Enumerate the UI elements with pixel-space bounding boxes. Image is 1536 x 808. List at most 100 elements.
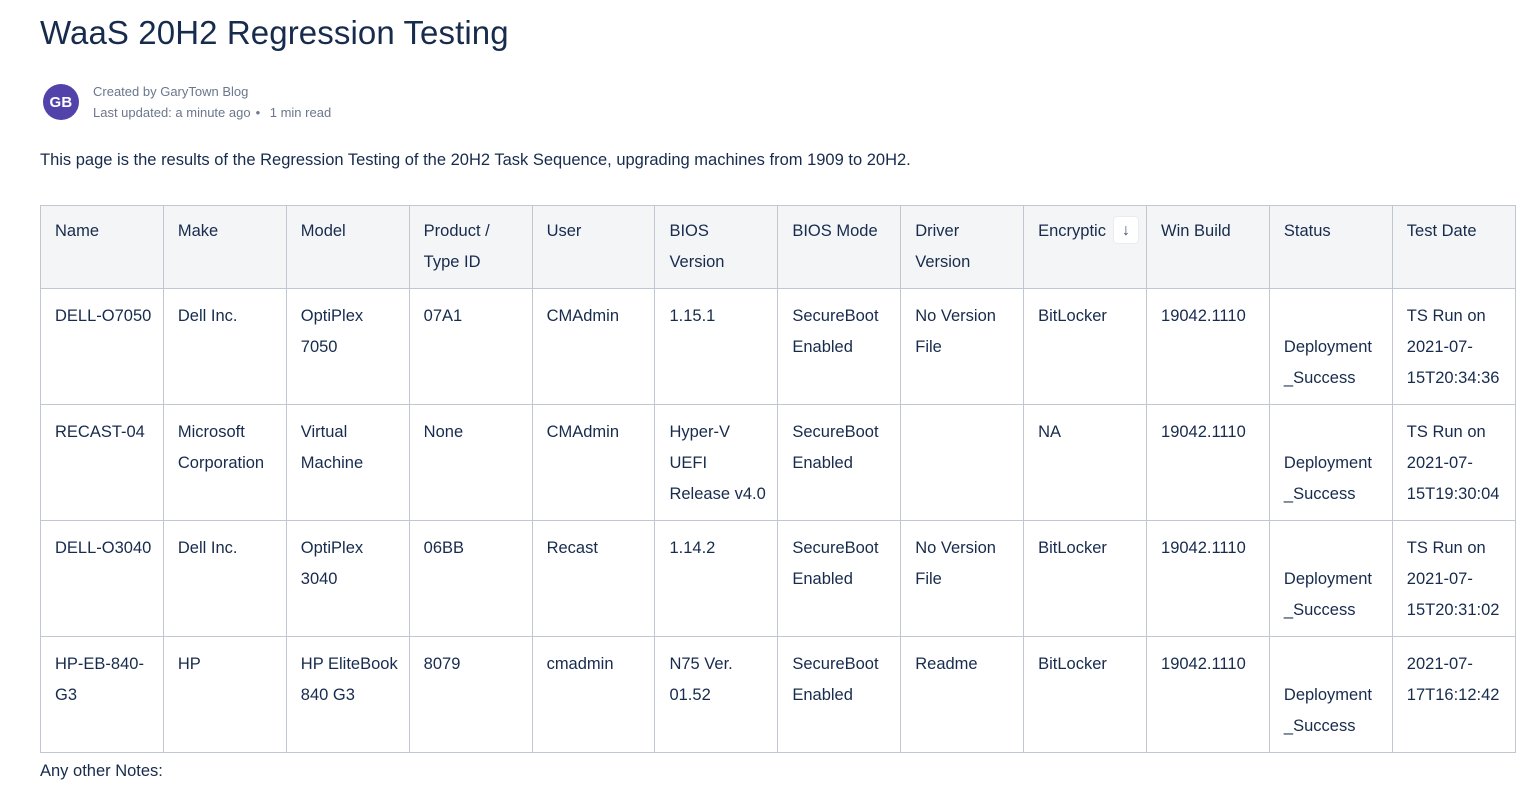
cell-text: 1.14.2: [669, 539, 716, 557]
cell-product-type-id: 07A1: [408, 288, 533, 405]
status-spacer: [1284, 417, 1382, 448]
header-bios-mode[interactable]: BIOS Mode: [777, 205, 902, 289]
cell-text: Deployment _Success: [1283, 686, 1372, 735]
cell-encryption: NA: [1023, 404, 1148, 521]
cell-text: RECAST-04: [55, 423, 145, 441]
cell-text: 2021-07-17T16:12:42: [1406, 655, 1500, 704]
cell-bios-version: N75 Ver. 01.52: [654, 636, 779, 753]
cell-text: DELL-O7050: [55, 307, 152, 325]
author-avatar[interactable]: GB: [43, 84, 79, 120]
cell-text: OptiPlex 7050: [300, 307, 364, 356]
cell-text: TS Run on 2021-07-15T20:31:02: [1406, 539, 1500, 619]
cell-text: SecureBoot Enabled: [792, 307, 879, 356]
cell-win-build: 19042.1110: [1146, 404, 1270, 521]
cell-text: NA: [1038, 423, 1062, 441]
read-time: 1 min read: [269, 105, 332, 120]
last-updated[interactable]: Last updated: a minute ago: [93, 105, 251, 120]
cell-make: HP: [162, 636, 287, 753]
cell-test-date: TS Run on 2021-07-15T19:30:04: [1391, 404, 1516, 521]
header-label: BIOS Mode: [792, 222, 878, 240]
cell-text: TS Run on 2021-07-15T19:30:04: [1406, 423, 1500, 503]
header-test-date[interactable]: Test Date: [1391, 205, 1516, 289]
cell-status: Deployment _Success: [1268, 520, 1393, 637]
header-label: User: [546, 222, 582, 240]
table-row: HP-EB-840-G3 HP HP EliteBook 840 G3 8079…: [40, 636, 1516, 753]
cell-text: Microsoft Corporation: [177, 423, 265, 472]
cell-bios-version: 1.15.1: [654, 288, 779, 405]
page-byline: GB Created by GaryTown Blog Last updated…: [43, 82, 331, 122]
byline-separator: •: [255, 105, 261, 120]
cell-product-type-id: None: [408, 404, 533, 521]
cell-make: Dell Inc.: [162, 288, 287, 405]
cell-status: Deployment _Success: [1268, 404, 1393, 521]
cell-product-type-id: 06BB: [408, 520, 533, 637]
header-model[interactable]: Model: [285, 205, 410, 289]
cell-make: Microsoft Corporation: [162, 404, 287, 521]
results-table: Name Make Model Product / Type ID User B…: [40, 205, 1516, 753]
header-label: Win Build: [1161, 222, 1231, 240]
header-label: BIOS Version: [669, 222, 725, 271]
table-header-row: Name Make Model Product / Type ID User B…: [40, 205, 1516, 289]
cell-test-date: TS Run on 2021-07-15T20:34:36: [1391, 288, 1516, 405]
intro-paragraph: This page is the results of the Regressi…: [40, 151, 911, 169]
header-name[interactable]: Name: [40, 205, 164, 289]
header-make[interactable]: Make: [162, 205, 287, 289]
cell-text: cmadmin: [546, 655, 614, 673]
header-label: Encryptic: [1038, 222, 1106, 240]
cell-text: 06BB: [423, 539, 465, 557]
header-label: Product / Type ID: [423, 222, 490, 271]
status-spacer: [1284, 533, 1382, 564]
cell-product-type-id: 8079: [408, 636, 533, 753]
page-title: WaaS 20H2 Regression Testing: [40, 14, 509, 51]
cell-text: 19042.1110: [1161, 307, 1246, 325]
header-label: Name: [55, 222, 100, 240]
cell-text: 07A1: [423, 307, 463, 325]
notes-label: Any other Notes:: [40, 762, 163, 780]
header-status[interactable]: Status: [1268, 205, 1393, 289]
cell-driver-version: No Version File: [900, 520, 1025, 637]
cell-bios-mode: SecureBoot Enabled: [777, 636, 902, 753]
cell-text: Dell Inc.: [177, 307, 238, 325]
header-label: Test Date: [1406, 222, 1477, 240]
header-label: Model: [300, 222, 346, 240]
cell-driver-version: No Version File: [900, 288, 1025, 405]
cell-text: HP: [177, 655, 201, 673]
cell-text: SecureBoot Enabled: [792, 655, 879, 704]
created-by[interactable]: Created by GaryTown Blog: [93, 81, 331, 102]
table-row: RECAST-04 Microsoft Corporation Virtual …: [40, 404, 1516, 521]
cell-text: No Version File: [915, 307, 996, 356]
header-bios-version[interactable]: BIOS Version: [654, 205, 779, 289]
table-row: DELL-O7050 Dell Inc. OptiPlex 7050 07A1 …: [40, 288, 1516, 405]
sort-descending-button[interactable]: ↓: [1113, 216, 1140, 244]
cell-text: Readme: [915, 655, 978, 673]
header-label: Make: [177, 222, 219, 240]
cell-text: 19042.1110: [1161, 655, 1246, 673]
cell-win-build: 19042.1110: [1146, 288, 1270, 405]
cell-test-date: TS Run on 2021-07-15T20:31:02: [1391, 520, 1516, 637]
cell-win-build: 19042.1110: [1146, 520, 1270, 637]
cell-text: DELL-O3040: [55, 539, 152, 557]
header-user[interactable]: User: [531, 205, 656, 289]
cell-text: Dell Inc.: [177, 539, 238, 557]
header-label: Driver Version: [915, 222, 971, 271]
header-win-build[interactable]: Win Build: [1146, 205, 1270, 289]
cell-make: Dell Inc.: [162, 520, 287, 637]
header-driver-version[interactable]: Driver Version: [900, 205, 1025, 289]
cell-bios-mode: SecureBoot Enabled: [777, 288, 902, 405]
cell-text: Deployment _Success: [1283, 454, 1372, 503]
cell-model: OptiPlex 3040: [285, 520, 410, 637]
cell-name: RECAST-04: [40, 404, 164, 521]
cell-user: Recast: [531, 520, 656, 637]
cell-text: 19042.1110: [1161, 423, 1246, 441]
header-encryption[interactable]: Encryptic ↓: [1023, 205, 1148, 289]
byline-text: Created by GaryTown Blog Last updated: a…: [93, 81, 331, 123]
table-body: DELL-O7050 Dell Inc. OptiPlex 7050 07A1 …: [40, 288, 1516, 753]
cell-model: Virtual Machine: [285, 404, 410, 521]
cell-encryption: BitLocker: [1023, 520, 1148, 637]
cell-text: None: [423, 423, 464, 441]
cell-name: DELL-O7050: [40, 288, 164, 405]
cell-text: 1.15.1: [669, 307, 716, 325]
table-row: DELL-O3040 Dell Inc. OptiPlex 3040 06BB …: [40, 520, 1516, 637]
cell-model: HP EliteBook 840 G3: [285, 636, 410, 753]
header-product-type-id[interactable]: Product / Type ID: [408, 205, 533, 289]
